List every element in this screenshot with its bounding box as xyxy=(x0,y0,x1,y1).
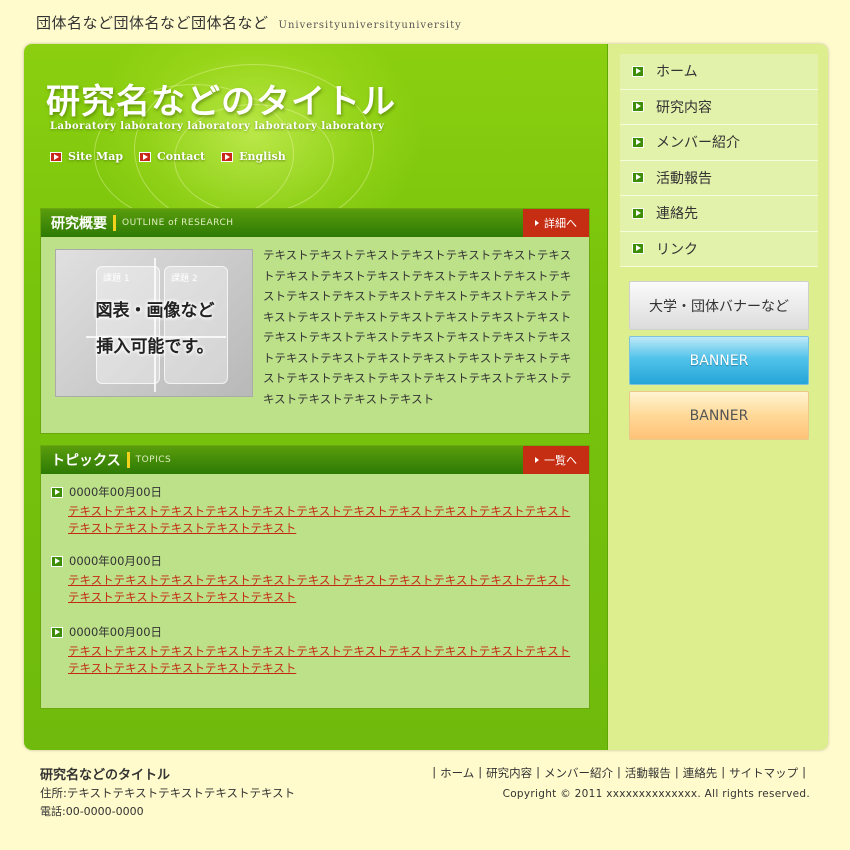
arrow-icon xyxy=(51,555,63,567)
separator: | xyxy=(432,765,437,779)
footer-link-activities[interactable]: 活動報告 xyxy=(625,765,671,781)
topic-date: 0000年00月00日 xyxy=(69,625,163,639)
separator: | xyxy=(721,765,726,779)
arrow-icon xyxy=(632,101,644,113)
side-nav: ホーム 研究内容 メンバー紹介 活動報告 連絡先 リンク xyxy=(620,54,818,267)
figure-card-label: 課題 2 xyxy=(171,274,198,284)
figure-card: 課題 2 xyxy=(164,266,228,384)
topic-link[interactable]: テキストテキストテキストテキストテキストテキストテキストテキストテキストテキスト… xyxy=(68,643,571,677)
separator: | xyxy=(478,765,483,779)
outline-heading-en: OUTLINE of RESEARCH xyxy=(122,218,234,228)
outline-header: 研究概要 OUTLINE of RESEARCH 詳細へ xyxy=(41,209,589,237)
figure-card-label: 課題 1 xyxy=(103,274,130,284)
heading-bar xyxy=(126,452,130,468)
copyright: Copyright © 2011 xxxxxxxxxxxxxx. All rig… xyxy=(502,788,810,800)
figure-arrow xyxy=(154,258,156,392)
topic-item: 0000年00月00日 テキストテキストテキストテキストテキストテキストテキスト… xyxy=(51,484,571,537)
nav-label: Contact xyxy=(157,150,206,163)
footer-title: 研究名などのタイトル xyxy=(40,768,171,783)
heading-bar xyxy=(113,215,116,231)
footer-link-home[interactable]: ホーム xyxy=(440,765,474,781)
separator: | xyxy=(617,765,621,779)
top-header: 団体名など団体名など団体名など Universityuniversityuniv… xyxy=(36,12,462,33)
arrow-icon xyxy=(632,172,644,184)
topics-header: トピックス TOPICS 一覧へ xyxy=(41,446,589,474)
sidebar-item-label: リンク xyxy=(656,241,698,258)
topics-heading: トピックス xyxy=(51,453,121,469)
topics-section: トピックス TOPICS 一覧へ 0000年00月00日 テキストテキストテキス… xyxy=(40,445,590,709)
page-frame: 研究名などのタイトル Laboratory laboratory laborat… xyxy=(24,44,828,750)
nav-site-map[interactable]: Site Map xyxy=(50,150,123,163)
sidebar-item-label: 活動報告 xyxy=(656,170,712,187)
topic-link[interactable]: テキストテキストテキストテキストテキストテキストテキストテキストテキストテキスト… xyxy=(68,503,571,537)
site-subtitle: Laboratory laboratory laboratory laborat… xyxy=(50,121,385,132)
sidebar-item-label: 研究内容 xyxy=(656,99,712,116)
topic-date: 0000年00月00日 xyxy=(69,554,163,568)
sidebar-item-home[interactable]: ホーム xyxy=(620,54,818,90)
nav-label: Site Map xyxy=(68,150,124,163)
main-column: 研究名などのタイトル Laboratory laboratory laborat… xyxy=(24,44,608,750)
topic-link[interactable]: テキストテキストテキストテキストテキストテキストテキストテキストテキストテキスト… xyxy=(68,572,571,606)
arrow-icon xyxy=(51,486,63,498)
topic-date: 0000年00月00日 xyxy=(69,485,163,499)
org-name: 団体名など団体名など団体名など xyxy=(36,14,269,32)
footer-link-contact[interactable]: 連絡先 xyxy=(683,765,718,781)
separator: | xyxy=(674,765,679,779)
arrow-icon xyxy=(51,626,63,638)
sidebar-item-links[interactable]: リンク xyxy=(620,231,818,267)
figure-image: 課題 1 課題 2 図表・画像など 挿入可能です。 xyxy=(55,249,253,397)
outline-section: 研究概要 OUTLINE of RESEARCH 詳細へ 課題 1 課題 2 図… xyxy=(40,208,590,434)
footer-phone: 電話:00-0000-0000 xyxy=(40,805,144,818)
footer-link-research[interactable]: 研究内容 xyxy=(486,765,532,781)
outline-text: テキストテキストテキストテキストテキストテキストテキストテキストテキストテキスト… xyxy=(263,248,572,406)
arrow-icon xyxy=(50,151,62,162)
nav-english[interactable]: English xyxy=(221,150,286,163)
figure-caption-1: 図表・画像など xyxy=(95,301,215,321)
sidebar-item-activities[interactable]: 活動報告 xyxy=(620,160,818,196)
sidebar-item-members[interactable]: メンバー紹介 xyxy=(620,125,818,161)
more-label: 一覧へ xyxy=(544,454,577,467)
arrow-icon xyxy=(632,207,644,219)
university-banner[interactable]: 大学・団体バナーなど xyxy=(629,281,809,330)
footer-link-members[interactable]: メンバー紹介 xyxy=(544,765,613,781)
more-label: 詳細へ xyxy=(544,217,577,230)
arrow-icon xyxy=(535,220,539,226)
arrow-icon xyxy=(632,136,644,148)
outline-more-button[interactable]: 詳細へ xyxy=(523,209,589,237)
nav-label: English xyxy=(239,150,286,163)
sidebar-item-research[interactable]: 研究内容 xyxy=(620,89,818,125)
topic-item: 0000年00月00日 テキストテキストテキストテキストテキストテキストテキスト… xyxy=(51,624,571,677)
sidebar-item-label: メンバー紹介 xyxy=(656,135,740,152)
outline-heading: 研究概要 xyxy=(51,216,107,232)
arrow-icon xyxy=(632,243,644,255)
site-title: 研究名などのタイトル xyxy=(46,82,396,122)
topic-item: 0000年00月00日 テキストテキストテキストテキストテキストテキストテキスト… xyxy=(51,553,571,606)
topics-more-button[interactable]: 一覧へ xyxy=(523,446,589,474)
figure-caption-2: 挿入可能です。 xyxy=(96,337,214,357)
arrow-icon xyxy=(139,151,152,162)
org-subtitle: Universityuniversityuniversity xyxy=(278,20,462,31)
figure-card: 課題 1 xyxy=(96,266,160,384)
separator: | xyxy=(802,765,806,779)
footer-nav: | ホーム | 研究内容 | メンバー紹介 | 活動報告 | 連絡先 | サイト… xyxy=(428,765,810,781)
sidebar-item-contact[interactable]: 連絡先 xyxy=(620,196,818,232)
header-nav: Site Map Contact English xyxy=(50,150,286,163)
orange-banner[interactable]: BANNER xyxy=(629,391,809,440)
arrow-icon xyxy=(221,151,234,162)
topics-heading-en: TOPICS xyxy=(135,455,172,465)
arrow-icon xyxy=(632,65,644,77)
sidebar-item-label: 連絡先 xyxy=(656,206,698,223)
blue-banner[interactable]: BANNER xyxy=(629,336,809,385)
footer-link-sitemap[interactable]: サイトマップ xyxy=(729,765,798,781)
separator: | xyxy=(536,765,540,779)
nav-contact[interactable]: Contact xyxy=(139,150,205,163)
footer-address: 住所:テキストテキストテキストテキストテキスト xyxy=(40,786,296,800)
arrow-icon xyxy=(535,457,539,463)
sidebar-item-label: ホーム xyxy=(656,64,698,81)
